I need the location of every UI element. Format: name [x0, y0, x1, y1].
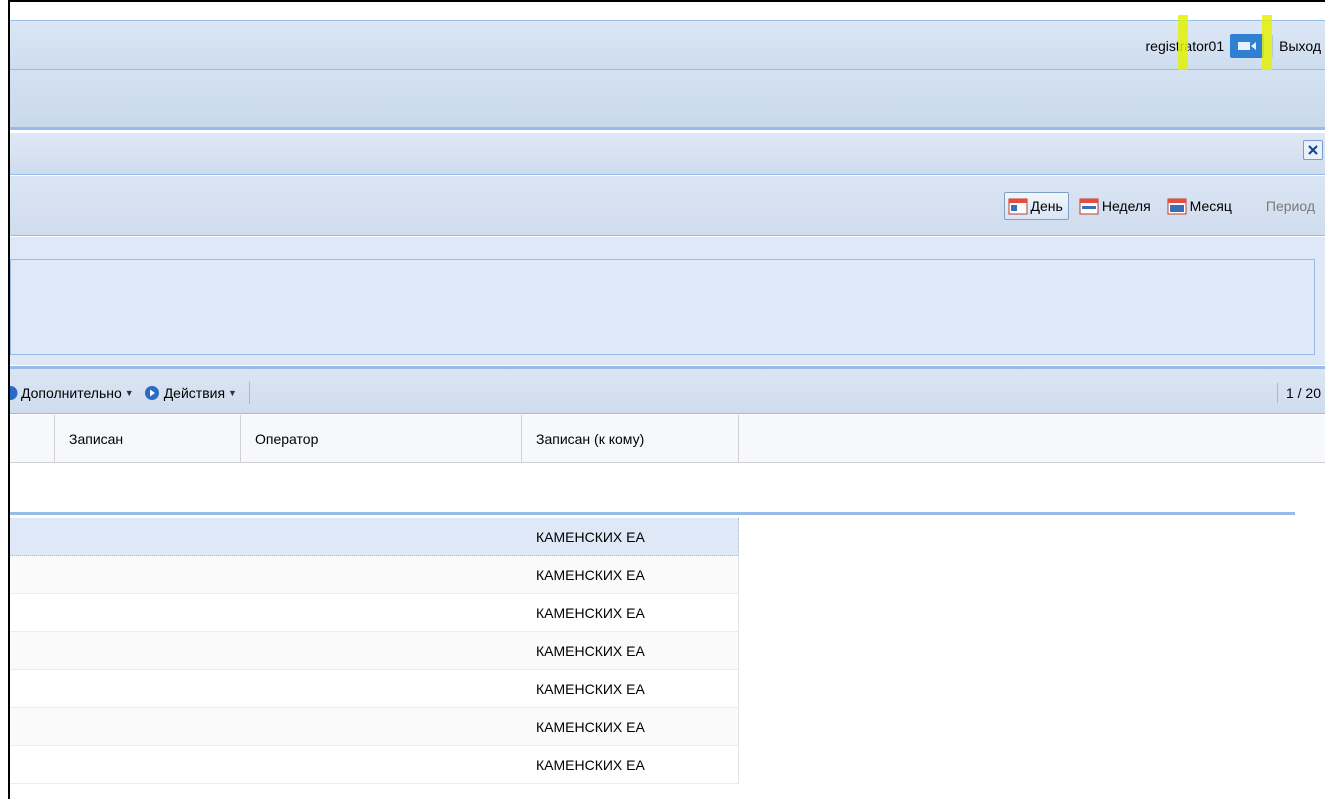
- page-indicator: 1 / 20: [1285, 385, 1321, 401]
- table-row[interactable]: КАМЕНСКИХ ЕА: [10, 556, 739, 594]
- close-icon: [1308, 145, 1318, 155]
- filter-box: [10, 259, 1315, 355]
- table-cell: КАМЕНСКИХ ЕА: [536, 719, 645, 735]
- period-buttons: День Неделя Месяц Период: [1003, 192, 1315, 220]
- month-label: Месяц: [1189, 198, 1232, 214]
- week-label: Неделя: [1101, 198, 1151, 214]
- secondary-header: [10, 70, 1325, 130]
- month-button[interactable]: Месяц: [1163, 192, 1238, 220]
- calendar-day-icon: [1008, 198, 1028, 215]
- table-cell: КАМЕНСКИХ ЕА: [536, 567, 645, 583]
- header-separator: [1272, 35, 1274, 57]
- actions-button[interactable]: Действия ▼: [144, 385, 237, 401]
- more-button[interactable]: Дополнительно ▼: [10, 385, 134, 401]
- day-button[interactable]: День: [1003, 192, 1069, 220]
- grid-toolbar-buttons: Дополнительно ▼ Действия ▼: [10, 381, 250, 405]
- calendar-week-icon: [1079, 198, 1099, 215]
- filter-area: [10, 237, 1325, 365]
- column-header-recorded[interactable]: Записан: [55, 415, 241, 463]
- table-cell: КАМЕНСКИХ ЕА: [536, 643, 645, 659]
- calendar-month-icon: [1167, 198, 1187, 215]
- close-button[interactable]: [1303, 140, 1323, 160]
- column-header-hidden[interactable]: [10, 415, 55, 463]
- circle-arrow-icon: [144, 386, 159, 400]
- period-button[interactable]: Период: [1266, 198, 1315, 214]
- chevron-down-icon: ▼: [124, 388, 134, 398]
- toolbar-separator: [248, 382, 250, 404]
- group-separator: [10, 512, 1295, 515]
- column-header-recorded-to[interactable]: Записан (к кому): [522, 415, 739, 463]
- grid-toolbar: Дополнительно ▼ Действия ▼ 1 / 20: [10, 366, 1325, 414]
- top-header: registrator01 Выход: [10, 20, 1325, 70]
- table-row[interactable]: КАМЕНСКИХ ЕА: [10, 518, 739, 556]
- table-cell: КАМЕНСКИХ ЕА: [536, 681, 645, 697]
- actions-label: Действия: [163, 385, 226, 401]
- day-label: День: [1030, 198, 1063, 214]
- week-button[interactable]: Неделя: [1075, 192, 1157, 220]
- window-top-border: [8, 0, 1325, 2]
- table-row[interactable]: КАМЕНСКИХ ЕА: [10, 632, 739, 670]
- pager: 1 / 20: [1276, 381, 1321, 405]
- pager-separator: [1276, 383, 1278, 403]
- logout-link[interactable]: Выход: [1279, 38, 1321, 54]
- more-label: Дополнительно: [21, 385, 122, 401]
- panel-title-bar: [10, 133, 1325, 175]
- table-row[interactable]: КАМЕНСКИХ ЕА: [10, 708, 739, 746]
- table-cell: КАМЕНСКИХ ЕА: [536, 757, 645, 773]
- column-header-operator[interactable]: Оператор: [241, 415, 522, 463]
- grid-header: Записан Оператор Записан (к кому): [10, 415, 1325, 463]
- table-row[interactable]: КАМЕНСКИХ ЕА: [10, 670, 739, 708]
- chevron-down-icon: ▼: [228, 388, 237, 398]
- period-toolbar: День Неделя Месяц Период: [10, 176, 1325, 236]
- table-row[interactable]: КАМЕНСКИХ ЕА: [10, 746, 739, 784]
- table-cell: КАМЕНСКИХ ЕА: [536, 529, 645, 545]
- table-cell: КАМЕНСКИХ ЕА: [536, 605, 645, 621]
- table-row[interactable]: КАМЕНСКИХ ЕА: [10, 594, 739, 632]
- circle-arrow-icon: [10, 386, 18, 400]
